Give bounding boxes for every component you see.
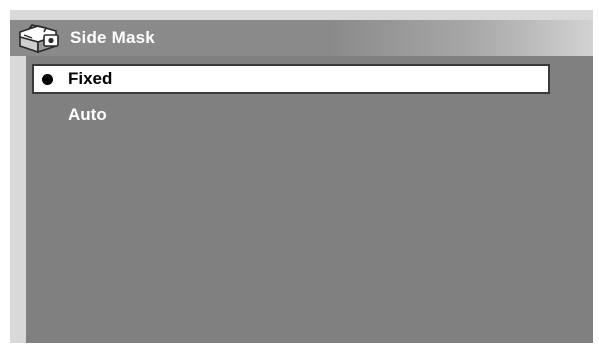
options-panel: Fixed Auto xyxy=(26,56,593,343)
osd-screen: Side Mask Fixed Auto xyxy=(10,10,593,343)
menu-title: Side Mask xyxy=(70,28,155,47)
option-fixed-label: Fixed xyxy=(68,69,113,88)
selected-bullet-icon xyxy=(42,74,53,85)
menu-title-bar: Side Mask xyxy=(10,20,593,56)
toolbox-icon xyxy=(19,24,59,54)
option-auto[interactable]: Auto xyxy=(32,102,550,128)
option-fixed[interactable]: Fixed xyxy=(32,64,550,94)
option-auto-label: Auto xyxy=(68,105,107,124)
